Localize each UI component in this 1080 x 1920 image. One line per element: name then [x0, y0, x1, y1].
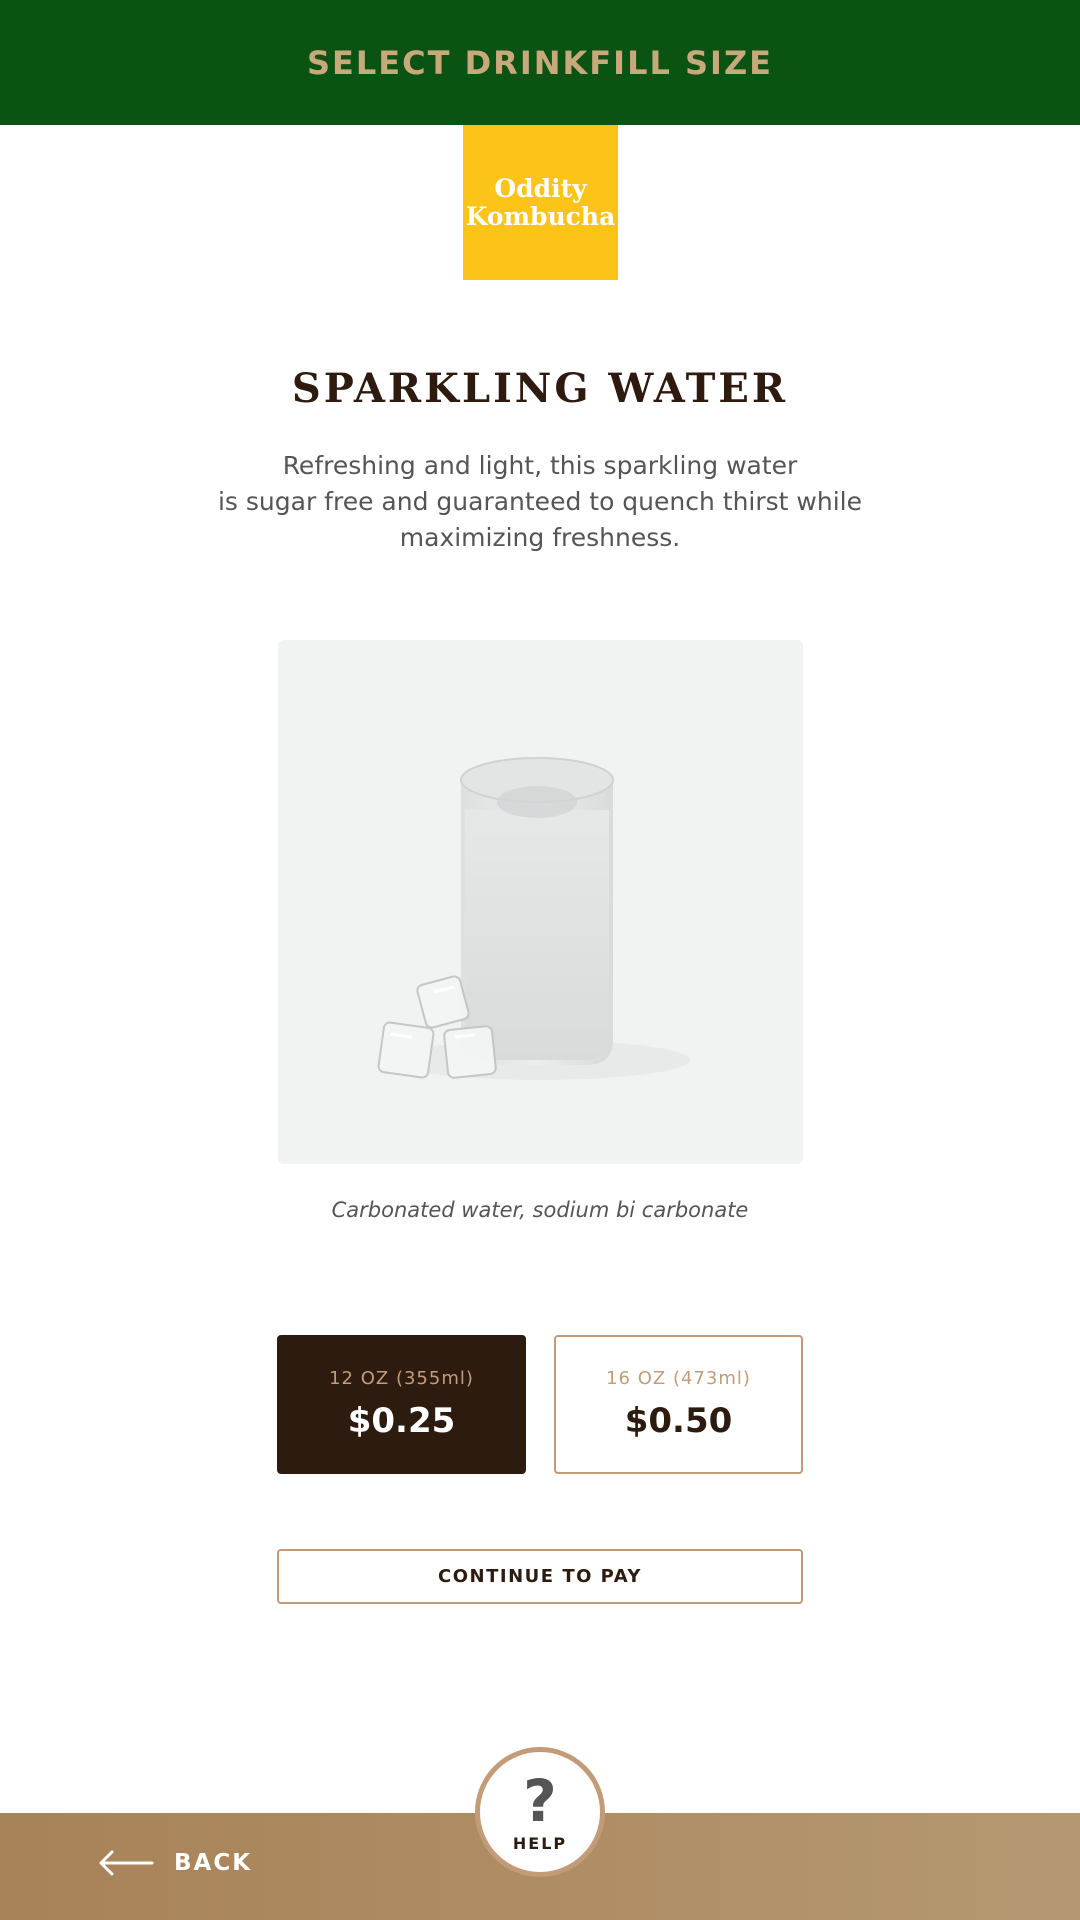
- size-price: $0.25: [347, 1401, 456, 1441]
- logo-line-1: Oddity: [494, 173, 587, 203]
- logo-line-2: Kombucha: [465, 201, 616, 231]
- back-label: BACK: [174, 1850, 253, 1876]
- brand-logo: Oddity Kombucha: [463, 125, 618, 280]
- help-button[interactable]: ? HELP: [475, 1747, 605, 1877]
- description-line: maximizing freshness.: [399, 523, 681, 552]
- arrow-left-icon: [99, 1850, 154, 1876]
- glass-with-ice-icon: [377, 757, 690, 1080]
- size-option-16oz[interactable]: 16 OZ (473ml) $0.50: [554, 1335, 803, 1474]
- size-label: 16 OZ (473ml): [606, 1368, 751, 1389]
- continue-to-pay-button[interactable]: CONTINUE TO PAY: [277, 1549, 803, 1604]
- size-price: $0.50: [624, 1401, 733, 1441]
- question-mark-icon: ?: [523, 1766, 557, 1835]
- back-button[interactable]: BACK: [98, 1838, 252, 1888]
- ingredients-text: Carbonated water, sodium bi carbonate: [331, 1198, 749, 1222]
- description-line: Refreshing and light, this sparkling wat…: [282, 451, 798, 480]
- size-option-12oz[interactable]: 12 OZ (355ml) $0.25: [277, 1335, 526, 1474]
- page-title: SELECT DRINKFILL SIZE: [307, 43, 773, 82]
- product-title: SPARKLING WATER: [291, 365, 789, 412]
- header-bar: SELECT DRINKFILL SIZE: [0, 0, 1080, 125]
- help-label: HELP: [512, 1833, 568, 1853]
- product-description: Refreshing and light, this sparkling wat…: [215, 448, 865, 556]
- size-label: 12 OZ (355ml): [329, 1368, 474, 1389]
- description-line: is sugar free and guaranteed to quench t…: [217, 487, 862, 516]
- product-image: [278, 640, 803, 1164]
